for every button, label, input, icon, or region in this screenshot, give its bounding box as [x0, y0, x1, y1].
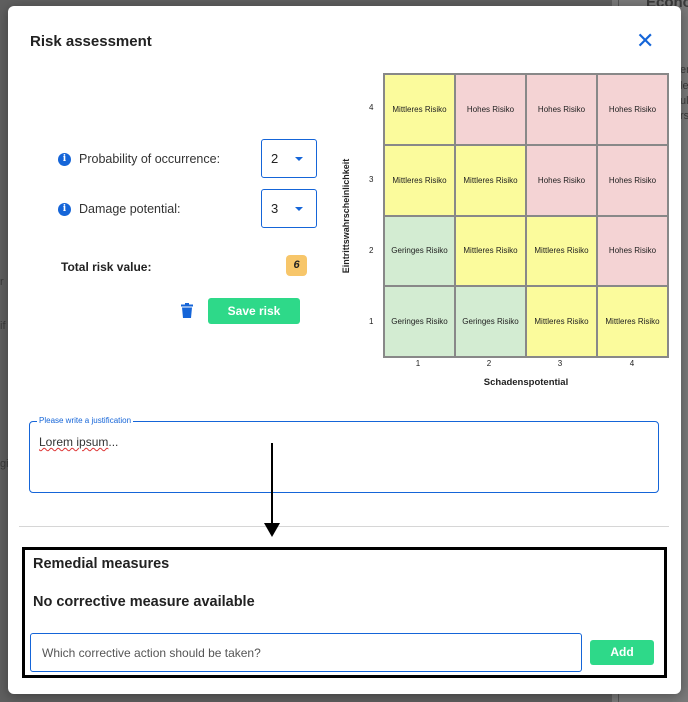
justification-field[interactable]: Please write a justification Lorem ipsum… [29, 416, 659, 493]
justification-text[interactable]: Lorem ipsum... [39, 435, 118, 449]
matrix-cell: Mittleres Risiko [455, 144, 526, 216]
total-risk-badge: 6 [286, 255, 307, 276]
matrix-cell: Geringes Risiko [455, 286, 526, 357]
add-button[interactable]: Add [590, 640, 654, 665]
matrix-y-tick: 2 [369, 246, 374, 255]
annotation-arrow-line [271, 443, 273, 525]
matrix-y-tick: 3 [369, 175, 374, 184]
matrix-y-tick: 4 [369, 103, 374, 112]
matrix-cell: Mittleres Risiko [384, 144, 455, 216]
matrix-cell: Hohes Risiko [526, 74, 597, 145]
matrix-cell: Hohes Risiko [597, 74, 668, 145]
damage-value: 3 [271, 201, 279, 216]
modal-title: Risk assessment [30, 33, 152, 50]
probability-select[interactable]: 2 [261, 139, 317, 178]
matrix-cell: Geringes Risiko [384, 215, 455, 287]
close-icon[interactable]: ✕ [636, 30, 654, 52]
matrix-cell: Mittleres Risiko [526, 286, 597, 357]
annotation-arrow-head [264, 523, 280, 537]
matrix-x-tick: 2 [486, 359, 492, 368]
section-divider [19, 526, 669, 527]
no-measure-text: No corrective measure available [33, 594, 255, 610]
matrix-cell: Mittleres Risiko [455, 215, 526, 287]
matrix-cell: Mittleres Risiko [526, 215, 597, 287]
caret-down-icon [295, 207, 303, 211]
background-text: le [680, 80, 688, 92]
background-text: ul [680, 95, 688, 107]
matrix-cell: Geringes Risiko [384, 286, 455, 357]
trash-icon[interactable] [181, 303, 193, 318]
justification-text-rest: ... [108, 435, 119, 449]
caret-down-icon [295, 157, 303, 161]
damage-label: Damage potential: [79, 202, 181, 216]
background-text: if [0, 320, 6, 332]
matrix-cell: Hohes Risiko [597, 144, 668, 216]
total-risk-label: Total risk value: [61, 260, 152, 274]
probability-label: Probability of occurrence: [79, 152, 221, 166]
matrix-cell: Hohes Risiko [597, 215, 668, 287]
background-text: en [680, 64, 688, 76]
remedial-measures-panel: Remedial measures No corrective measure … [22, 547, 667, 678]
risk-assessment-modal: Risk assessment ✕ i Probability of occur… [8, 6, 681, 694]
matrix-x-axis-label: Schadenspotential [483, 377, 569, 388]
matrix-y-tick: 1 [369, 317, 374, 326]
info-icon[interactable]: i [58, 202, 71, 216]
risk-matrix: Mittleres Risiko Hohes Risiko Hohes Risiko… [383, 73, 669, 358]
justification-legend: Please write a justification [37, 416, 134, 425]
damage-row: i Damage potential: [58, 202, 180, 216]
matrix-x-tick: 4 [629, 359, 635, 368]
justification-text-word: Lorem ipsum [39, 435, 109, 449]
matrix-cell: Mittleres Risiko [384, 74, 455, 145]
matrix-x-tick: 3 [557, 359, 563, 368]
probability-row: i Probability of occurrence: [58, 152, 220, 166]
background-text: r [0, 276, 4, 288]
remedial-title: Remedial measures [33, 556, 170, 572]
matrix-cell: Hohes Risiko [455, 74, 526, 145]
matrix-cell: Mittleres Risiko [597, 286, 668, 357]
info-icon[interactable]: i [58, 152, 71, 166]
matrix-y-axis-label: Eintrittswahrscheinlichkeit [341, 158, 351, 274]
save-risk-button[interactable]: Save risk [208, 298, 300, 324]
probability-value: 2 [271, 151, 279, 166]
background-text: rs [680, 110, 688, 122]
damage-select[interactable]: 3 [261, 189, 317, 228]
corrective-action-input[interactable] [30, 633, 582, 672]
matrix-x-tick: 1 [415, 359, 421, 368]
matrix-cell: Hohes Risiko [526, 144, 597, 216]
